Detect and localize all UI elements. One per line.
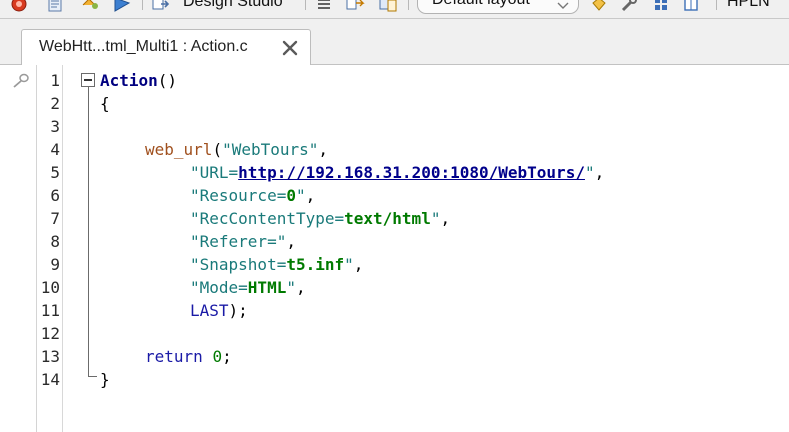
layout-select[interactable]: Default layout (417, 0, 579, 14)
pin-icon[interactable] (11, 72, 31, 95)
punctuation: ); (228, 301, 248, 320)
line-number: 4 (50, 140, 60, 159)
code-line-7: "RecContentType=text/html", (190, 207, 450, 230)
export-icon[interactable] (343, 0, 367, 12)
hpln-label[interactable]: HPLN (727, 0, 770, 11)
function-name: Action (100, 71, 158, 90)
punctuation: , (286, 232, 296, 251)
attribute-value: HTML (247, 278, 287, 297)
grid-icon[interactable] (651, 0, 671, 12)
line-number-column: 1 2 3 4 5 6 7 8 9 10 11 12 13 14 (37, 65, 60, 432)
attribute-value: 0 (286, 186, 296, 205)
fold-guide (88, 87, 89, 377)
function-call: web_url (145, 140, 213, 159)
string-literal: " (584, 163, 595, 182)
replay-icon[interactable] (79, 0, 101, 12)
layout-select-value: Default layout (432, 0, 530, 9)
attribute-value: text/html (344, 209, 431, 228)
design-studio-label[interactable]: Design Studio (183, 0, 283, 11)
chevron-down-icon (557, 0, 569, 15)
punctuation: , (305, 186, 316, 205)
punctuation: , (295, 278, 306, 297)
line-number: 7 (50, 209, 60, 228)
editor-tab-strip: WebHtt...tml_Multi1 : Action.c (0, 19, 789, 65)
close-icon[interactable] (281, 39, 299, 57)
string-literal: "Referer=" (190, 232, 287, 251)
toolbar-separator (305, 0, 306, 10)
string-literal: "Snapshot= (190, 255, 287, 274)
keyword: LAST (190, 301, 229, 320)
toolbar-separator (142, 0, 143, 10)
compare-icon[interactable] (376, 0, 400, 12)
line-number: 2 (50, 94, 60, 113)
string-literal: " (344, 255, 354, 274)
code-line-6: "Resource=0", (190, 184, 315, 207)
code-line-14: } (100, 368, 110, 391)
fold-guide-end (88, 376, 97, 377)
punctuation: , (594, 163, 605, 182)
url-link[interactable]: http://192.168.31.200:1080/WebTours/ (238, 163, 585, 182)
editor-gutter (0, 65, 36, 432)
punctuation: , (318, 140, 329, 159)
string-literal: " (295, 186, 306, 205)
line-number: 8 (50, 232, 60, 251)
layout-icon[interactable] (588, 0, 610, 12)
line-number-divider (62, 65, 63, 432)
string-literal: "Mode= (190, 278, 248, 297)
line-number: 14 (40, 370, 60, 389)
parens: () (157, 71, 178, 90)
fold-toggle-icon[interactable] (81, 73, 95, 87)
code-line-1: Action() (100, 69, 177, 92)
tab-action-c[interactable]: WebHtt...tml_Multi1 : Action.c (21, 29, 311, 65)
line-number: 11 (40, 301, 60, 320)
toolbar-separator (716, 0, 717, 10)
design-studio-icon[interactable] (150, 0, 172, 12)
line-number: 9 (50, 255, 60, 274)
string-literal: "Resource= (190, 186, 287, 205)
code-line-8: "Referer=", (190, 230, 296, 253)
punctuation: ; (222, 347, 232, 366)
string-literal: "WebTours" (222, 140, 319, 159)
string-literal: "RecContentType= (190, 209, 345, 228)
punctuation: , (440, 209, 451, 228)
code-line-4: web_url("WebTours", (145, 138, 328, 161)
wrench-icon[interactable] (618, 0, 640, 12)
tab-label: WebHtt...tml_Multi1 : Action.c (39, 38, 248, 55)
code-line-13: return 0; (145, 345, 232, 368)
attribute-value: t5.inf (286, 255, 345, 274)
main-toolbar: Design Studio Default layout HPLN (0, 0, 789, 19)
punctuation: ( (212, 140, 223, 159)
number-literal: 0 (212, 347, 223, 366)
list-icon[interactable] (313, 0, 335, 12)
line-number: 12 (40, 324, 60, 343)
line-number: 5 (50, 163, 60, 182)
code-line-11: LAST); (190, 299, 248, 322)
toolbar-separator (408, 0, 409, 10)
keyword: return (145, 347, 203, 366)
code-line-10: "Mode=HTML", (190, 276, 306, 299)
line-number: 10 (40, 278, 60, 297)
line-number: 1 (50, 71, 60, 90)
script-icon[interactable] (44, 0, 66, 12)
code-editor[interactable]: 1 2 3 4 5 6 7 8 9 10 11 12 13 14 Action(… (0, 65, 789, 432)
line-number: 6 (50, 186, 60, 205)
string-literal: "URL= (190, 163, 239, 182)
punctuation: , (353, 255, 364, 274)
code-line-5: "URL=http://192.168.31.200:1080/WebTours… (190, 161, 604, 184)
close-brace: } (100, 370, 110, 389)
line-number: 13 (40, 347, 60, 366)
open-brace: { (100, 94, 110, 113)
string-literal: " (286, 278, 296, 297)
open-icon[interactable] (111, 0, 133, 12)
window-icon[interactable] (681, 0, 701, 12)
line-number: 3 (50, 117, 60, 136)
record-icon[interactable] (8, 0, 30, 12)
code-line-2: { (100, 92, 110, 115)
code-line-9: "Snapshot=t5.inf", (190, 253, 363, 276)
